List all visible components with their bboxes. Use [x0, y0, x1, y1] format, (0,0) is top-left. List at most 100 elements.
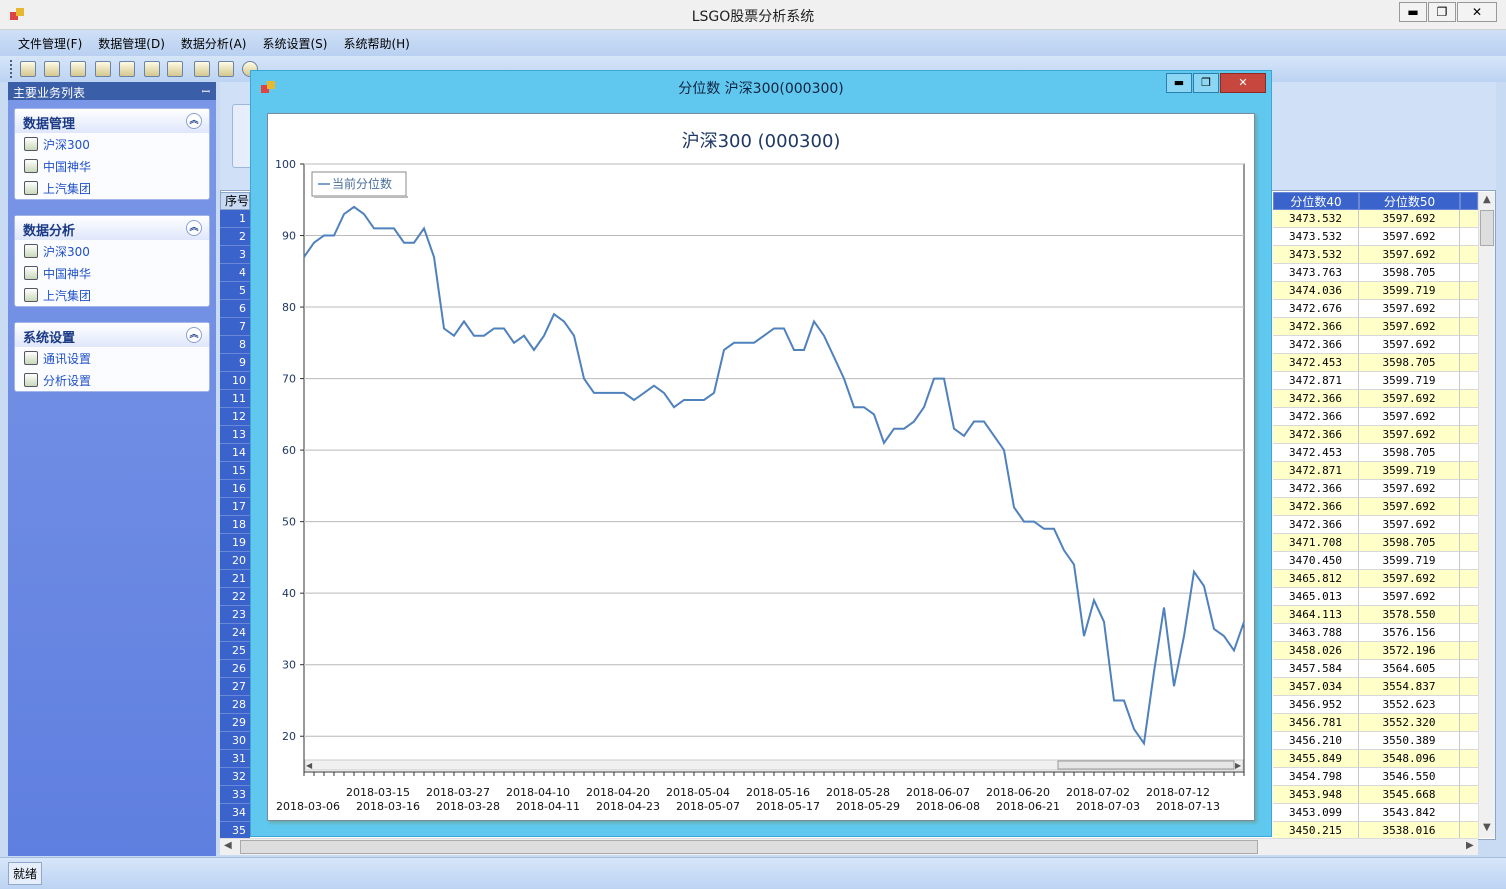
row-number[interactable]: 23	[220, 606, 250, 624]
cell-q50[interactable]: 3546.550	[1359, 768, 1460, 786]
group-title[interactable]: 数据分析 ︽	[15, 216, 209, 240]
cell-extra[interactable]	[1460, 570, 1478, 588]
table-row[interactable]: 3472.871 3599.719	[1273, 462, 1478, 480]
cell-extra[interactable]	[1460, 804, 1478, 822]
cell-q50[interactable]: 3548.096	[1359, 750, 1460, 768]
cell-q40[interactable]: 3474.036	[1273, 282, 1359, 300]
cell-q50[interactable]: 3599.719	[1359, 372, 1460, 390]
table-row[interactable]: 3474.036 3599.719	[1273, 282, 1478, 300]
row-number[interactable]: 2	[220, 228, 250, 246]
cell-q40[interactable]: 3472.871	[1273, 462, 1359, 480]
cell-q50[interactable]: 3597.692	[1359, 210, 1460, 228]
cell-q40[interactable]: 3463.788	[1273, 624, 1359, 642]
row-number[interactable]: 34	[220, 804, 250, 822]
table-row[interactable]: 3456.210 3550.389	[1273, 732, 1478, 750]
cell-extra[interactable]	[1460, 228, 1478, 246]
row-number[interactable]: 1	[220, 210, 250, 228]
row-number[interactable]: 12	[220, 408, 250, 426]
cell-q50[interactable]: 3597.692	[1359, 570, 1460, 588]
table-row[interactable]: 3454.798 3546.550	[1273, 768, 1478, 786]
table-row[interactable]: 3458.026 3572.196	[1273, 642, 1478, 660]
cell-extra[interactable]	[1460, 372, 1478, 390]
child-minimize-button[interactable]: ▬	[1166, 73, 1192, 93]
cell-extra[interactable]	[1460, 786, 1478, 804]
vertical-scrollbar[interactable]: ▲ ▼	[1478, 192, 1495, 838]
cell-q50[interactable]: 3597.692	[1359, 426, 1460, 444]
row-number[interactable]: 27	[220, 678, 250, 696]
cell-q40[interactable]: 3472.453	[1273, 354, 1359, 372]
open-icon[interactable]	[20, 61, 36, 77]
row-number[interactable]: 13	[220, 426, 250, 444]
cell-q50[interactable]: 3597.692	[1359, 516, 1460, 534]
scroll-up-icon[interactable]: ▲	[1483, 194, 1491, 205]
row-number[interactable]: 19	[220, 534, 250, 552]
maximize-button[interactable]: ❐	[1428, 2, 1456, 22]
sidebar-item-saic-analysis[interactable]: 上汽集团	[15, 284, 209, 306]
row-number[interactable]: 16	[220, 480, 250, 498]
column-header-q50[interactable]: 分位数50	[1359, 192, 1460, 210]
cell-q40[interactable]: 3465.812	[1273, 570, 1359, 588]
row-number[interactable]: 32	[220, 768, 250, 786]
row-number[interactable]: 9	[220, 354, 250, 372]
cell-q50[interactable]: 3599.719	[1359, 552, 1460, 570]
cell-extra[interactable]	[1460, 336, 1478, 354]
cell-extra[interactable]	[1460, 246, 1478, 264]
cell-extra[interactable]	[1460, 624, 1478, 642]
sidebar-item-hs300[interactable]: 沪深300	[15, 133, 209, 155]
table-row[interactable]: 3472.366 3597.692	[1273, 336, 1478, 354]
cell-q40[interactable]: 3472.366	[1273, 318, 1359, 336]
cell-q50[interactable]: 3552.623	[1359, 696, 1460, 714]
cell-extra[interactable]	[1460, 534, 1478, 552]
column-header-q40[interactable]: 分位数40	[1273, 192, 1359, 210]
cell-q50[interactable]: 3597.692	[1359, 300, 1460, 318]
table-row[interactable]: 3465.013 3597.692	[1273, 588, 1478, 606]
row-number[interactable]: 15	[220, 462, 250, 480]
cell-q50[interactable]: 3599.719	[1359, 282, 1460, 300]
cell-q40[interactable]: 3472.366	[1273, 516, 1359, 534]
cell-extra[interactable]	[1460, 552, 1478, 570]
table-row[interactable]: 3465.812 3597.692	[1273, 570, 1478, 588]
cell-extra[interactable]	[1460, 678, 1478, 696]
row-number[interactable]: 22	[220, 588, 250, 606]
chart-scroll-right-icon[interactable]: ▶	[1235, 761, 1242, 770]
exit-icon[interactable]	[44, 61, 60, 77]
minimize-button[interactable]: ▬	[1399, 2, 1427, 22]
horizontal-scrollbar[interactable]: ◀ ▶	[220, 838, 1478, 855]
cell-q50[interactable]: 3554.837	[1359, 678, 1460, 696]
menu-system-settings[interactable]: 系统设置(S)	[254, 30, 335, 57]
table-row[interactable]: 3472.453 3598.705	[1273, 354, 1478, 372]
cell-extra[interactable]	[1460, 498, 1478, 516]
cell-extra[interactable]	[1460, 516, 1478, 534]
screen-icon[interactable]	[167, 61, 183, 77]
row-number[interactable]: 20	[220, 552, 250, 570]
cell-q40[interactable]: 3456.210	[1273, 732, 1359, 750]
table-row[interactable]: 3473.532 3597.692	[1273, 246, 1478, 264]
cell-q40[interactable]: 3456.781	[1273, 714, 1359, 732]
scroll-thumb[interactable]	[1480, 210, 1494, 246]
cell-q40[interactable]: 3458.026	[1273, 642, 1359, 660]
cell-extra[interactable]	[1460, 732, 1478, 750]
scroll-left-icon[interactable]: ◀	[224, 840, 232, 851]
row-number[interactable]: 18	[220, 516, 250, 534]
cell-q50[interactable]: 3598.705	[1359, 264, 1460, 282]
cell-q40[interactable]: 3472.676	[1273, 300, 1359, 318]
table-row[interactable]: 3472.366 3597.692	[1273, 408, 1478, 426]
cell-q50[interactable]: 3597.692	[1359, 390, 1460, 408]
row-number[interactable]: 24	[220, 624, 250, 642]
cell-q40[interactable]: 3472.366	[1273, 336, 1359, 354]
cell-extra[interactable]	[1460, 480, 1478, 498]
table-row[interactable]: 3464.113 3578.550	[1273, 606, 1478, 624]
table-row[interactable]: 3472.366 3597.692	[1273, 390, 1478, 408]
sidebar-item-analysis-settings[interactable]: 分析设置	[15, 369, 209, 391]
cell-q50[interactable]: 3597.692	[1359, 498, 1460, 516]
cell-q40[interactable]: 3457.034	[1273, 678, 1359, 696]
row-number[interactable]: 31	[220, 750, 250, 768]
row-number[interactable]: 5	[220, 282, 250, 300]
cell-extra[interactable]	[1460, 588, 1478, 606]
scroll-down-icon[interactable]: ▼	[1483, 822, 1491, 833]
row-number[interactable]: 7	[220, 318, 250, 336]
cell-extra[interactable]	[1460, 318, 1478, 336]
table-row[interactable]: 3457.034 3554.837	[1273, 678, 1478, 696]
sidebar-item-comm-settings[interactable]: 通讯设置	[15, 347, 209, 369]
cell-extra[interactable]	[1460, 210, 1478, 228]
